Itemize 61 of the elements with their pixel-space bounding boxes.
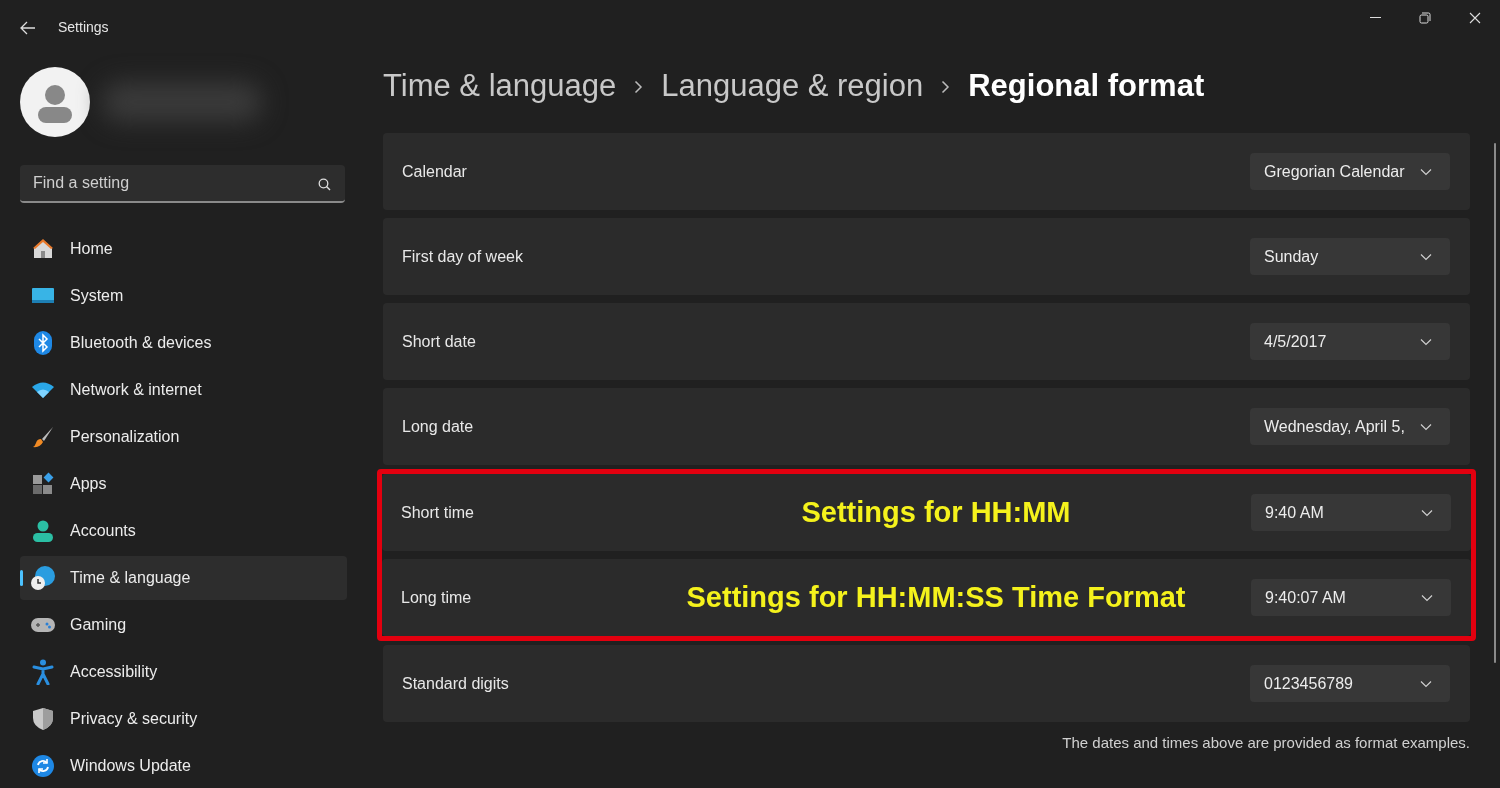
search-icon	[318, 178, 331, 191]
minimize-icon	[1369, 17, 1381, 19]
avatar-icon	[20, 66, 90, 137]
breadcrumb-link[interactable]: Language & region	[661, 63, 924, 110]
page-title: Regional format	[968, 67, 1205, 106]
sidebar-item[interactable]: Accessibility	[20, 650, 347, 694]
chevron-down-icon	[1420, 422, 1432, 431]
sidebar-item[interactable]: Time & language	[20, 556, 347, 600]
sidebar-item[interactable]: Apps	[20, 462, 347, 506]
setting-label: Calendar	[402, 161, 468, 182]
format-dropdown[interactable]: Gregorian Calendar	[1250, 153, 1450, 190]
monitor-icon	[31, 286, 55, 306]
annotation-text: Settings for HH:MM:SS Time Format	[686, 579, 1186, 615]
apps-icon	[31, 472, 55, 496]
sidebar-item[interactable]: Network & internet	[20, 368, 347, 412]
format-dropdown[interactable]: Wednesday, April 5,	[1250, 408, 1450, 445]
sidebar-item[interactable]: Home	[20, 227, 347, 271]
setting-label: Short date	[402, 331, 477, 352]
setting-label: Long date	[402, 416, 475, 437]
restore-icon	[1419, 12, 1431, 24]
annotation-text: Settings for HH:MM	[801, 494, 1071, 530]
chevron-right-icon	[941, 79, 951, 94]
window-title: Settings	[58, 18, 109, 38]
format-dropdown[interactable]: 0123456789	[1250, 665, 1450, 702]
refresh-icon	[31, 754, 55, 778]
bluetooth-icon	[33, 331, 53, 355]
back-arrow-icon[interactable]	[20, 20, 36, 35]
breadcrumb-link[interactable]: Time & language	[383, 63, 617, 110]
chevron-down-icon	[1420, 252, 1432, 261]
setting-label: Standard digits	[402, 673, 510, 694]
sidebar-item[interactable]: Gaming	[20, 603, 347, 647]
chevron-down-icon	[1420, 167, 1432, 176]
sidebar-item[interactable]: Accounts	[20, 509, 347, 553]
setting-label: Short time	[401, 502, 475, 523]
chevron-right-icon	[634, 79, 644, 94]
globe-clock-icon	[30, 565, 56, 591]
sidebar-item[interactable]: Bluetooth & devices	[20, 321, 347, 365]
chevron-down-icon	[1420, 679, 1432, 688]
format-note: The dates and times above are provided as format examples.	[1062, 733, 1470, 753]
sidebar-item[interactable]: Privacy & security	[20, 697, 347, 741]
wifi-icon	[31, 381, 55, 399]
chevron-down-icon	[1420, 337, 1432, 346]
close-icon	[1469, 12, 1481, 24]
format-dropdown[interactable]: 9:40:07 AM	[1251, 579, 1451, 616]
shield-icon	[32, 707, 54, 731]
gamepad-icon	[30, 616, 56, 634]
search-field[interactable]: Find a setting	[20, 165, 345, 203]
chevron-down-icon	[1421, 593, 1433, 602]
sidebar-item[interactable]: System	[20, 274, 347, 318]
sidebar-item[interactable]: Windows Update	[20, 744, 347, 788]
setting-label: Long time	[401, 587, 473, 608]
setting-label: First day of week	[402, 246, 524, 267]
chevron-down-icon	[1421, 508, 1433, 517]
format-dropdown[interactable]: 9:40 AM	[1251, 494, 1451, 531]
selection-indicator	[20, 570, 23, 586]
person-icon	[32, 519, 54, 543]
house-icon	[31, 237, 55, 261]
accessibility-icon	[32, 659, 54, 685]
sidebar-item[interactable]: Personalization	[20, 415, 347, 459]
format-dropdown[interactable]: 4/5/2017	[1250, 323, 1450, 360]
format-dropdown[interactable]: Sunday	[1250, 238, 1450, 275]
